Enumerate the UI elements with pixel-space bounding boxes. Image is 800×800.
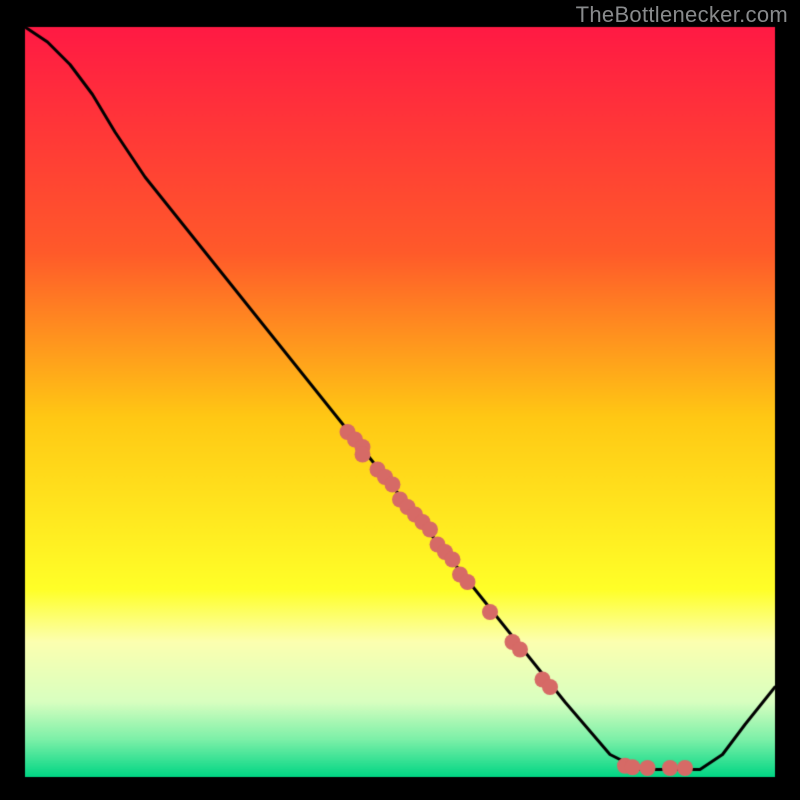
chart-container: TheBottlenecker.com [0, 0, 800, 800]
watermark-label: TheBottlenecker.com [576, 2, 788, 28]
chart-foreground-curve [0, 0, 800, 800]
